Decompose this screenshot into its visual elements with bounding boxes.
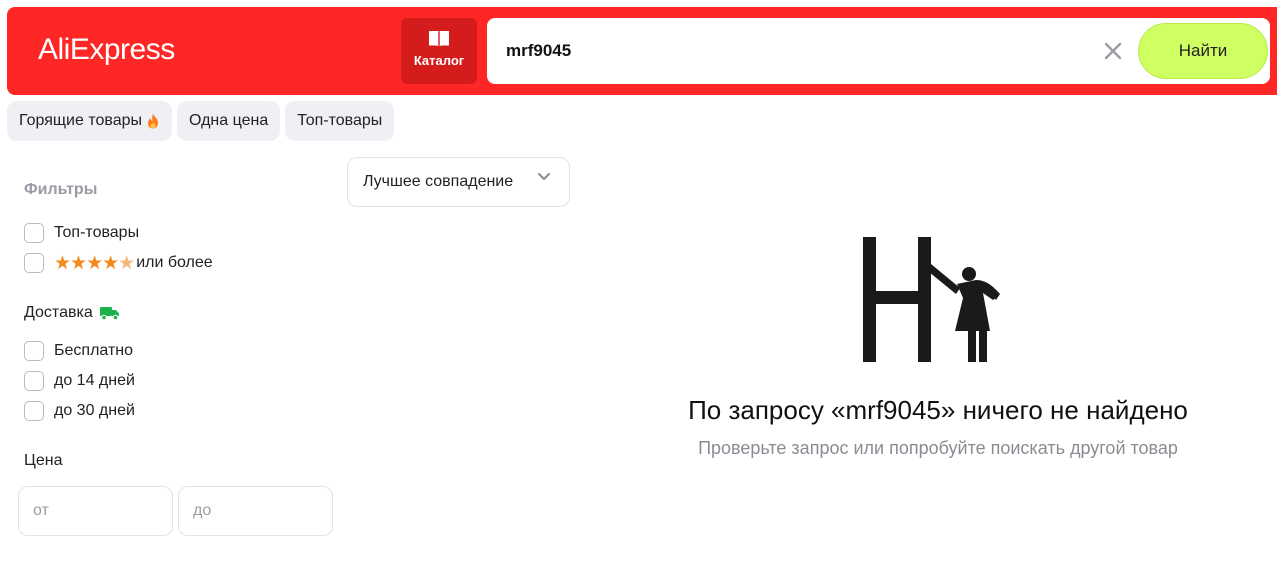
filter-top-products[interactable]: Топ-товары bbox=[24, 222, 139, 244]
catalog-label: Каталог bbox=[413, 53, 465, 68]
sort-dropdown[interactable]: Лучшее совпадение bbox=[347, 157, 570, 207]
delivery-title: Доставка bbox=[24, 304, 121, 322]
book-icon bbox=[429, 31, 449, 47]
checkbox[interactable] bbox=[24, 401, 44, 421]
checkbox[interactable] bbox=[24, 371, 44, 391]
chip-one-price[interactable]: Одна цена bbox=[176, 101, 281, 141]
chip-top-products[interactable]: Топ-товары bbox=[285, 101, 395, 141]
checkbox[interactable] bbox=[24, 253, 44, 273]
chip-label: Горящие товары bbox=[19, 112, 142, 129]
filter-label: Бесплатно bbox=[54, 342, 134, 359]
aliexpress-logo[interactable]: AliExpress bbox=[38, 33, 175, 67]
filter-label: до 14 дней bbox=[54, 372, 135, 389]
filters-title: Фильтры bbox=[24, 181, 98, 198]
find-button[interactable]: Найти bbox=[1138, 23, 1268, 79]
filters-sidebar: Фильтры Топ-товары ★★★★★ или более Доста… bbox=[18, 170, 338, 550]
empty-state-subtitle: Проверьте запрос или попробуйте поискать… bbox=[698, 438, 1178, 458]
filter-label: до 30 дней bbox=[54, 402, 135, 419]
search-box: Найти bbox=[487, 18, 1270, 84]
quick-links: Горящие товары Одна цена Топ-товары bbox=[7, 101, 395, 141]
delivery-title-text: Доставка bbox=[24, 304, 93, 321]
checkbox[interactable] bbox=[24, 341, 44, 361]
chip-hot-products[interactable]: Горящие товары bbox=[7, 101, 172, 141]
sort-selected: Лучшее совпадение bbox=[363, 173, 514, 190]
price-to-input[interactable] bbox=[178, 486, 333, 536]
filter-delivery-14[interactable]: до 14 дней bbox=[24, 370, 135, 392]
price-title: Цена bbox=[24, 452, 63, 469]
filter-label: Топ-товары bbox=[54, 224, 140, 241]
price-from-input[interactable] bbox=[18, 486, 173, 536]
filter-rating[interactable]: ★★★★★ или более bbox=[24, 252, 213, 274]
catalog-button[interactable]: Каталог bbox=[401, 18, 477, 84]
header-bar: AliExpress Каталог Найти bbox=[7, 7, 1277, 95]
filter-delivery-30[interactable]: до 30 дней bbox=[24, 400, 135, 422]
not-found-illustration bbox=[863, 237, 1000, 362]
flame-icon bbox=[147, 114, 158, 129]
rating-stars: ★★★★★ bbox=[54, 252, 135, 274]
rating-label: или более bbox=[136, 254, 213, 271]
close-icon[interactable] bbox=[1103, 41, 1123, 61]
filter-delivery-free[interactable]: Бесплатно bbox=[24, 340, 133, 362]
search-input[interactable] bbox=[506, 18, 1086, 84]
checkbox[interactable] bbox=[24, 223, 44, 243]
chevron-down-icon bbox=[538, 173, 550, 180]
empty-state-title: По запросу «mrf9045» ничего не найдено bbox=[688, 395, 1188, 425]
truck-icon bbox=[99, 307, 119, 321]
